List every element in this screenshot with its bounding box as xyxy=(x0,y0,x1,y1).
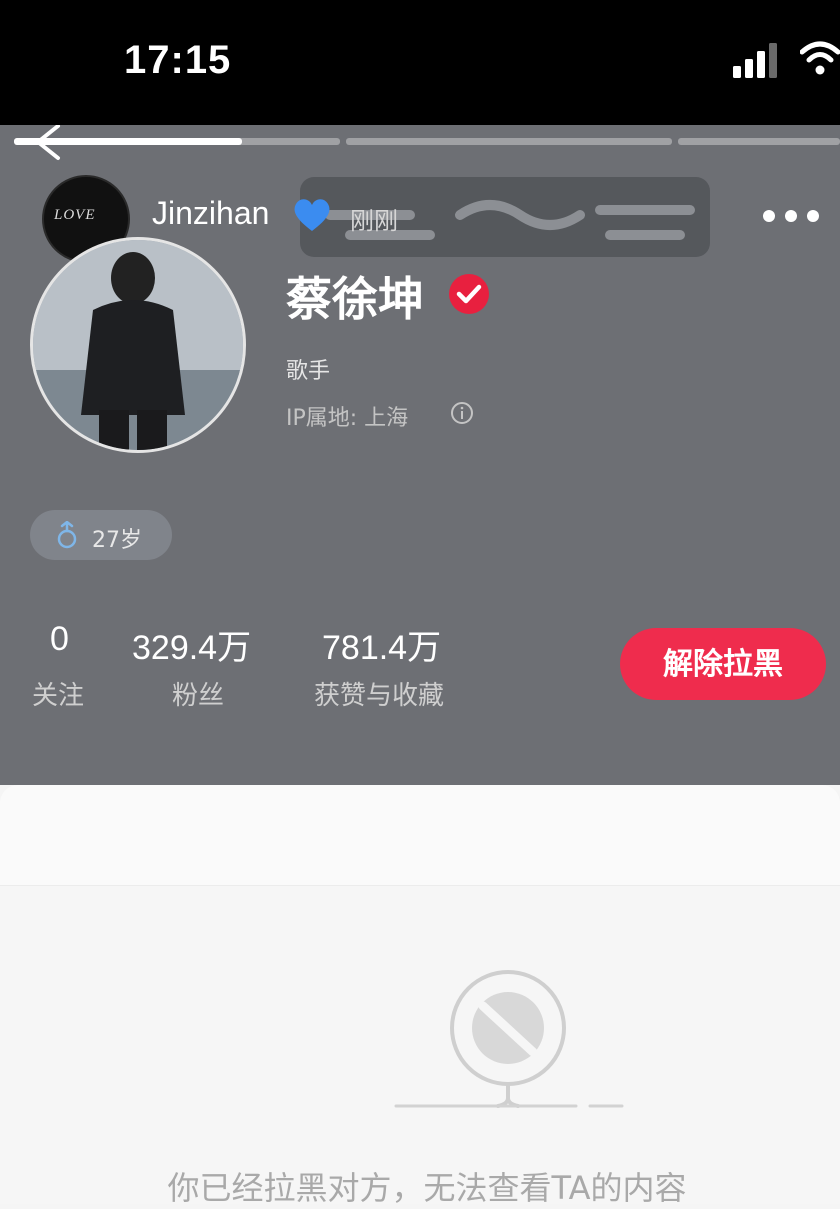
blue-heart-icon xyxy=(294,199,330,231)
info-icon[interactable] xyxy=(450,401,474,425)
back-arrow-icon[interactable] xyxy=(30,125,66,162)
age-tag: 27岁 xyxy=(30,510,172,560)
profile-avatar[interactable] xyxy=(30,237,246,453)
cellular-signal-icon xyxy=(733,43,777,78)
male-gender-icon xyxy=(57,521,77,549)
blocked-icon xyxy=(394,970,624,1108)
followers-label[interactable]: 粉丝 xyxy=(172,675,224,712)
story-username[interactable]: Jinzihan xyxy=(152,195,269,232)
profile-name: 蔡徐坤 xyxy=(286,272,424,326)
status-time: 17:15 xyxy=(124,38,232,82)
following-label[interactable]: 关注 xyxy=(32,675,84,712)
age-text: 27岁 xyxy=(92,528,142,553)
avatar-text: LOVE xyxy=(54,207,96,223)
verified-badge-icon xyxy=(449,274,489,314)
story-time: 刚刚 xyxy=(350,207,398,235)
following-count[interactable]: 0 xyxy=(50,620,69,659)
avatar-photo xyxy=(33,240,243,450)
tab-bar xyxy=(0,785,840,886)
status-bar: 17:15 xyxy=(0,0,840,125)
likes-count[interactable]: 781.4万 xyxy=(322,620,441,669)
profile-header: LOVE Jinzihan 刚刚 蔡徐坤 歌手 IP属地: 上海 27岁 0 关… xyxy=(0,125,840,785)
more-options-icon[interactable] xyxy=(762,209,820,223)
profile-description: 歌手 xyxy=(286,359,331,384)
likes-label[interactable]: 获赞与收藏 xyxy=(314,675,444,712)
unblock-button[interactable]: 解除拉黑 xyxy=(620,628,826,700)
blocked-message: 你已经拉黑对方，无法查看TA的内容 xyxy=(167,1169,687,1207)
content-area: 你已经拉黑对方，无法查看TA的内容 xyxy=(0,785,840,1207)
ip-location: IP属地: 上海 xyxy=(286,406,409,431)
wifi-icon xyxy=(800,41,840,75)
followers-count[interactable]: 329.4万 xyxy=(132,620,251,669)
story-progress-bar xyxy=(14,138,840,146)
